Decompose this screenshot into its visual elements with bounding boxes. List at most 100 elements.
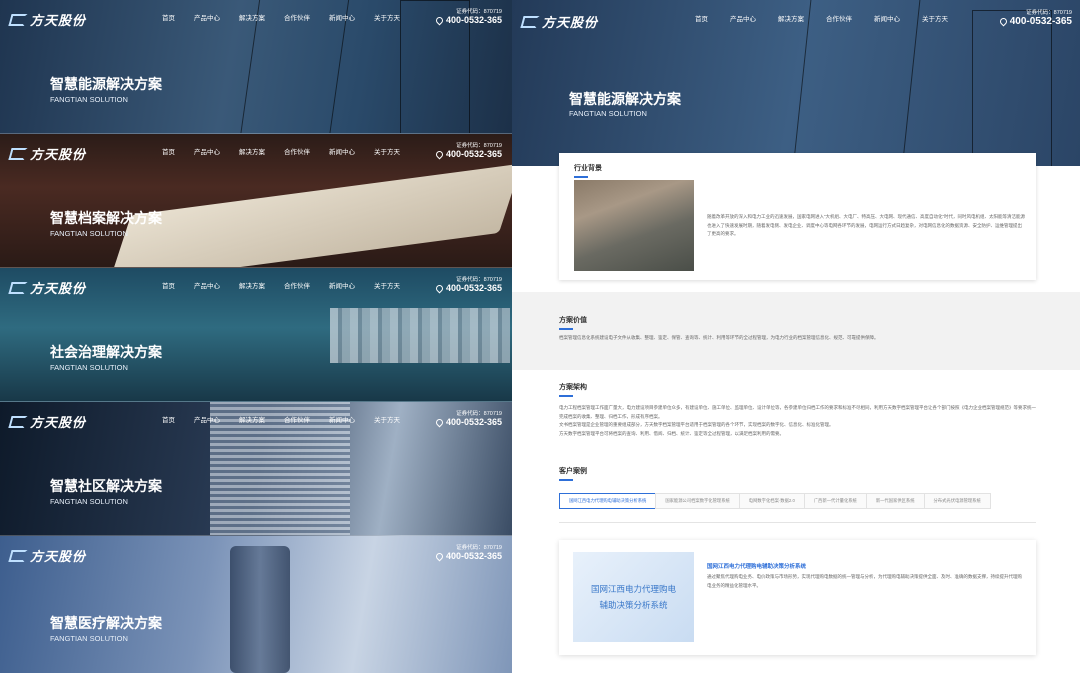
main-nav: 首页 产品中心 解决方案 合作伙伴 新闻中心 关于方天 bbox=[695, 13, 948, 23]
power-tower-graphic bbox=[792, 0, 922, 166]
nav-home[interactable]: 首页 bbox=[162, 414, 175, 424]
case-tab-jiangxi[interactable]: 国网江西电力代理购电辅助决策分析系统 bbox=[559, 493, 657, 509]
logo-icon bbox=[8, 147, 28, 160]
banner-title: 智慧医疗解决方案 bbox=[50, 615, 162, 631]
logo[interactable]: 方天股份 bbox=[520, 12, 598, 31]
nav-home[interactable]: 首页 bbox=[162, 280, 175, 290]
logo[interactable]: 方天股份 bbox=[8, 144, 86, 163]
nav-partners[interactable]: 合作伙伴 bbox=[284, 414, 310, 424]
logo[interactable]: 方天股份 bbox=[8, 278, 87, 297]
banner-subtitle: FANGTIAN SOLUTION bbox=[50, 229, 128, 238]
nav-solutions[interactable]: 解决方案 bbox=[239, 280, 265, 290]
case-card[interactable]: 国网江西电力代理购电 辅助决策分析系统 国网江西电力代理购电辅助决策分析系统 通… bbox=[559, 540, 1036, 655]
phone-number[interactable]: 400-0532-365 bbox=[446, 283, 502, 293]
nav-products[interactable]: 产品中心 bbox=[194, 414, 220, 424]
book-graphic bbox=[108, 163, 512, 267]
contact-block: 证券代码：870719 400-0532-365 bbox=[998, 8, 1072, 27]
nav-products[interactable]: 产品中心 bbox=[194, 280, 220, 290]
phone-number[interactable]: 400-0532-365 bbox=[1010, 16, 1072, 27]
phone-icon bbox=[434, 417, 445, 427]
nav-news[interactable]: 新闻中心 bbox=[329, 414, 355, 424]
phone-number[interactable]: 400-0532-365 bbox=[446, 15, 502, 25]
section-underline bbox=[574, 176, 588, 178]
hero-title: 智慧能源解决方案 bbox=[569, 91, 681, 107]
logo-icon bbox=[520, 15, 540, 28]
banner-subtitle: FANGTIAN SOLUTION bbox=[50, 95, 128, 104]
nav-products[interactable]: 产品中心 bbox=[194, 12, 220, 22]
stock-code: 证券代码：870719 bbox=[456, 143, 502, 149]
logo-text: 方天股份 bbox=[30, 282, 87, 297]
case-text: 通过聚焦代理购电业务、电价政策与市场形势，实现代理购电数据的统一管理与分析，为代… bbox=[707, 574, 1022, 588]
logo-icon bbox=[8, 415, 28, 428]
logo-icon bbox=[8, 281, 28, 294]
architecture-paragraph: 电力工程档案管理工作面广量大，电力建设项目参建单位众多，有建设单位、施工单位、监… bbox=[559, 405, 1036, 419]
logo-icon bbox=[8, 549, 28, 562]
banner-medical[interactable]: 方天股份 证券代码：870719 400-0532-365 智慧医疗解决方案 FA… bbox=[0, 536, 512, 673]
nav-news[interactable]: 新闻中心 bbox=[329, 280, 355, 290]
nav-solutions[interactable]: 解决方案 bbox=[778, 13, 804, 23]
main-nav: 首页 产品中心 解决方案 合作伙伴 新闻中心 关于方天 bbox=[162, 414, 400, 424]
nav-products[interactable]: 产品中心 bbox=[730, 13, 756, 23]
banner-title: 社会治理解决方案 bbox=[50, 344, 162, 360]
banner-subtitle: FANGTIAN SOLUTION bbox=[50, 497, 128, 506]
banner-title: 智慧能源解决方案 bbox=[50, 76, 162, 92]
contact-block: 证券代码：870719 400-0532-365 bbox=[434, 275, 502, 293]
logo[interactable]: 方天股份 bbox=[8, 10, 87, 29]
stock-code: 证券代码：870719 bbox=[456, 277, 502, 283]
banner-energy[interactable]: 方天股份 首页 产品中心 解决方案 合作伙伴 新闻中心 关于方天 证券代码：87… bbox=[0, 0, 512, 134]
phone-icon bbox=[434, 283, 445, 293]
phone-number[interactable]: 400-0532-365 bbox=[446, 551, 502, 561]
nav-solutions[interactable]: 解决方案 bbox=[239, 146, 265, 156]
hero-subtitle: FANGTIAN SOLUTION bbox=[569, 109, 647, 118]
nav-about[interactable]: 关于方天 bbox=[374, 414, 400, 424]
nav-news[interactable]: 新闻中心 bbox=[329, 146, 355, 156]
phone-icon bbox=[434, 15, 445, 25]
phone-number[interactable]: 400-0532-365 bbox=[446, 149, 502, 159]
main-nav: 首页 产品中心 解决方案 合作伙伴 新闻中心 关于方天 bbox=[162, 12, 400, 22]
case-tab-energy-archive[interactable]: 国家能源公司档案数字化管理系统 bbox=[655, 493, 740, 509]
contact-block: 证券代码：870719 400-0532-365 bbox=[434, 409, 502, 427]
case-tab-guangxi[interactable]: 广西新一代计量化系统 bbox=[803, 493, 867, 509]
logo-text: 方天股份 bbox=[30, 14, 87, 29]
industry-photo bbox=[574, 180, 694, 271]
nav-partners[interactable]: 合作伙伴 bbox=[284, 146, 310, 156]
nav-partners[interactable]: 合作伙伴 bbox=[826, 13, 852, 23]
nav-solutions[interactable]: 解决方案 bbox=[239, 414, 265, 424]
banner-community[interactable]: 方天股份 首页 产品中心 解决方案 合作伙伴 新闻中心 关于方天 证券代码：87… bbox=[0, 402, 512, 536]
case-tab-solar[interactable]: 分布式光伏电源管理系统 bbox=[923, 493, 991, 509]
nav-about[interactable]: 关于方天 bbox=[374, 12, 400, 22]
nav-about[interactable]: 关于方天 bbox=[922, 13, 948, 23]
case-image: 国网江西电力代理购电 辅助决策分析系统 bbox=[573, 552, 694, 642]
section-title: 方案架构 bbox=[559, 384, 587, 391]
detail-hero: 方天股份 首页 产品中心 解决方案 合作伙伴 新闻中心 关于方天 证券代码：87… bbox=[512, 0, 1080, 166]
nav-partners[interactable]: 合作伙伴 bbox=[284, 280, 310, 290]
industry-background-card: 行业背景 随着改革开放的深入和电力工业的迅速发展，国家电网进入“大机组、大电厂、… bbox=[559, 153, 1036, 280]
case-tab-national-supply[interactable]: 新一代国家供区系统 bbox=[865, 493, 925, 509]
banner-archives[interactable]: 方天股份 首页 产品中心 解决方案 合作伙伴 新闻中心 关于方天 证券代码：87… bbox=[0, 134, 512, 268]
skyline-graphic bbox=[330, 308, 510, 363]
case-tab-grid-digital[interactable]: 电网数字化档案·数据2.0 bbox=[738, 493, 805, 509]
case-tabs: 国网江西电力代理购电辅助决策分析系统 国家能源公司档案数字化管理系统 电网数字化… bbox=[559, 493, 1036, 512]
power-tower-graphic bbox=[972, 10, 1052, 166]
cases-heading: 客户案例 bbox=[559, 466, 587, 481]
nav-products[interactable]: 产品中心 bbox=[194, 146, 220, 156]
main-nav: 首页 产品中心 解决方案 合作伙伴 新闻中心 关于方天 bbox=[162, 280, 400, 290]
architecture-paragraph: 文书档案管理是企业管理的重要组成部分，方天数字档案管理平台适用于档案管理的各个环… bbox=[559, 422, 834, 428]
logo[interactable]: 方天股份 bbox=[8, 546, 86, 565]
nav-solutions[interactable]: 解决方案 bbox=[239, 12, 265, 22]
nav-home[interactable]: 首页 bbox=[162, 146, 175, 156]
nav-home[interactable]: 首页 bbox=[695, 13, 708, 23]
nav-home[interactable]: 首页 bbox=[162, 12, 175, 22]
banner-stack: 方天股份 首页 产品中心 解决方案 合作伙伴 新闻中心 关于方天 证券代码：87… bbox=[0, 0, 512, 673]
nav-about[interactable]: 关于方天 bbox=[374, 146, 400, 156]
nav-partners[interactable]: 合作伙伴 bbox=[284, 12, 310, 22]
banner-governance[interactable]: 方天股份 首页 产品中心 解决方案 合作伙伴 新闻中心 关于方天 证券代码：87… bbox=[0, 268, 512, 402]
nav-news[interactable]: 新闻中心 bbox=[329, 12, 355, 22]
section-underline bbox=[559, 328, 573, 330]
nav-about[interactable]: 关于方天 bbox=[374, 280, 400, 290]
phone-number[interactable]: 400-0532-365 bbox=[446, 417, 502, 427]
case-title[interactable]: 国网江西电力代理购电辅助决策分析系统 bbox=[707, 562, 806, 570]
logo[interactable]: 方天股份 bbox=[8, 412, 86, 431]
phone-icon bbox=[998, 16, 1009, 27]
nav-news[interactable]: 新闻中心 bbox=[874, 13, 900, 23]
